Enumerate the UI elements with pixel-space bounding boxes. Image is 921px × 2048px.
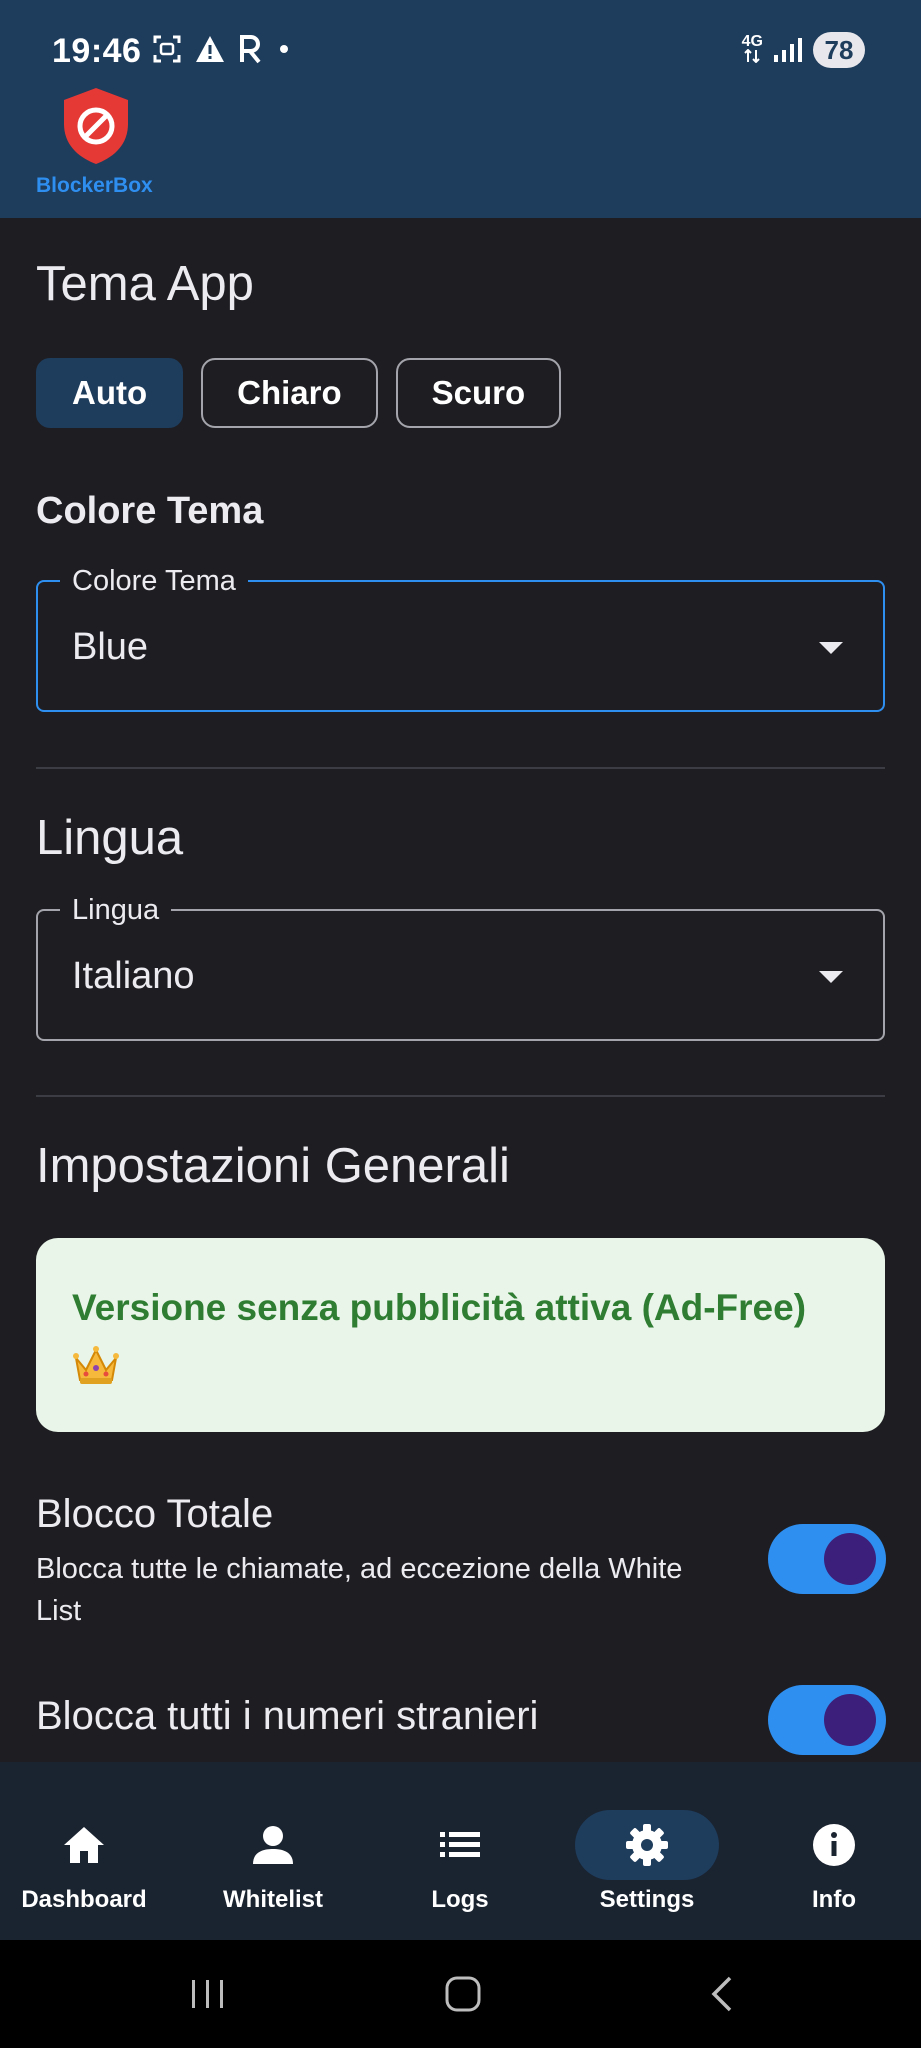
- blockerbox-logo-icon: [64, 88, 128, 164]
- nav-settings-label: Settings: [599, 1886, 695, 1913]
- settings-screen: 19:46 4G 78 BlockerBox Tema App Auto Chi…: [0, 0, 921, 2048]
- theme-heading: Tema App: [36, 257, 254, 311]
- nav-logs-label: Logs: [431, 1886, 489, 1913]
- notification-icons: [152, 34, 292, 64]
- dropdown-arrow-icon: [819, 642, 843, 654]
- nav-whitelist[interactable]: Whitelist: [193, 1786, 353, 1916]
- nav-dashboard-label: Dashboard: [21, 1886, 147, 1913]
- adfree-banner: Versione senza pubblicità attiva (Ad-Fre…: [36, 1238, 885, 1432]
- screenshot-icon: [153, 35, 181, 63]
- total-block-description: Blocca tutte le chiamate, ad eccezione d…: [36, 1553, 683, 1627]
- crown-icon: [73, 1346, 119, 1384]
- home-button-icon[interactable]: [441, 1972, 485, 2016]
- warning-icon: [196, 36, 224, 62]
- general-settings-heading: Impostazioni Generali: [36, 1139, 510, 1193]
- system-status-icons: 4G 78: [742, 32, 865, 68]
- divider: [36, 1095, 885, 1097]
- nav-whitelist-label: Whitelist: [223, 1886, 323, 1913]
- dropdown-arrow-icon: [819, 971, 843, 983]
- status-time: 19:46: [52, 32, 142, 70]
- adfree-text: Versione senza pubblicità attiva (Ad-Fre…: [72, 1287, 807, 1328]
- color-theme-dropdown[interactable]: Colore Tema Blue: [36, 563, 885, 712]
- color-theme-heading: Colore Tema: [36, 490, 264, 532]
- language-heading: Lingua: [36, 811, 184, 865]
- info-icon: [813, 1824, 855, 1866]
- dot-icon: [280, 45, 288, 53]
- gear-icon: [626, 1824, 668, 1866]
- language-value: Italiano: [72, 955, 195, 997]
- foreign-numbers-toggle[interactable]: [768, 1685, 886, 1755]
- toggle-knob: [824, 1533, 876, 1585]
- nav-info[interactable]: Info: [754, 1786, 914, 1916]
- home-icon: [64, 1827, 104, 1863]
- theme-dark-button[interactable]: Scuro: [395, 358, 562, 428]
- app-bar: 19:46 4G 78 BlockerBox: [0, 0, 921, 218]
- theme-auto-button[interactable]: Auto: [36, 358, 184, 428]
- battery-indicator: 78: [813, 32, 865, 68]
- language-dropdown[interactable]: Lingua Italiano: [36, 892, 885, 1041]
- language-field-label: Lingua: [60, 892, 172, 928]
- system-navigation-bar: [0, 1940, 921, 2048]
- signal-icon: [774, 38, 802, 62]
- total-block-title: Blocco Totale: [36, 1492, 274, 1536]
- nav-logs[interactable]: Logs: [380, 1786, 540, 1916]
- bottom-navigation: Dashboard Whitelist Logs Settings Info: [0, 1762, 921, 1940]
- nav-settings[interactable]: Settings: [567, 1786, 727, 1916]
- recents-icon[interactable]: [186, 1972, 230, 2016]
- nav-dashboard[interactable]: Dashboard: [4, 1786, 164, 1916]
- color-theme-value: Blue: [72, 626, 149, 668]
- total-block-toggle[interactable]: [768, 1524, 886, 1594]
- network-type-label: 4G: [741, 32, 763, 50]
- data-arrows-icon: [744, 48, 761, 63]
- toggle-knob: [824, 1694, 876, 1746]
- list-icon: [440, 1832, 480, 1857]
- theme-light-button[interactable]: Chiaro: [201, 358, 378, 428]
- color-theme-field-label: Colore Tema: [60, 563, 248, 599]
- brand-name: BlockerBox: [36, 174, 153, 197]
- r-app-icon: [240, 35, 261, 64]
- theme-segmented-control: Auto Chiaro Scuro: [36, 358, 562, 428]
- nav-info-label: Info: [812, 1886, 856, 1913]
- foreign-numbers-title: Blocca tutti i numeri stranieri: [36, 1694, 539, 1738]
- network-type: 4G: [741, 32, 763, 66]
- person-icon: [253, 1826, 293, 1864]
- divider: [36, 767, 885, 769]
- back-icon[interactable]: [702, 1972, 746, 2016]
